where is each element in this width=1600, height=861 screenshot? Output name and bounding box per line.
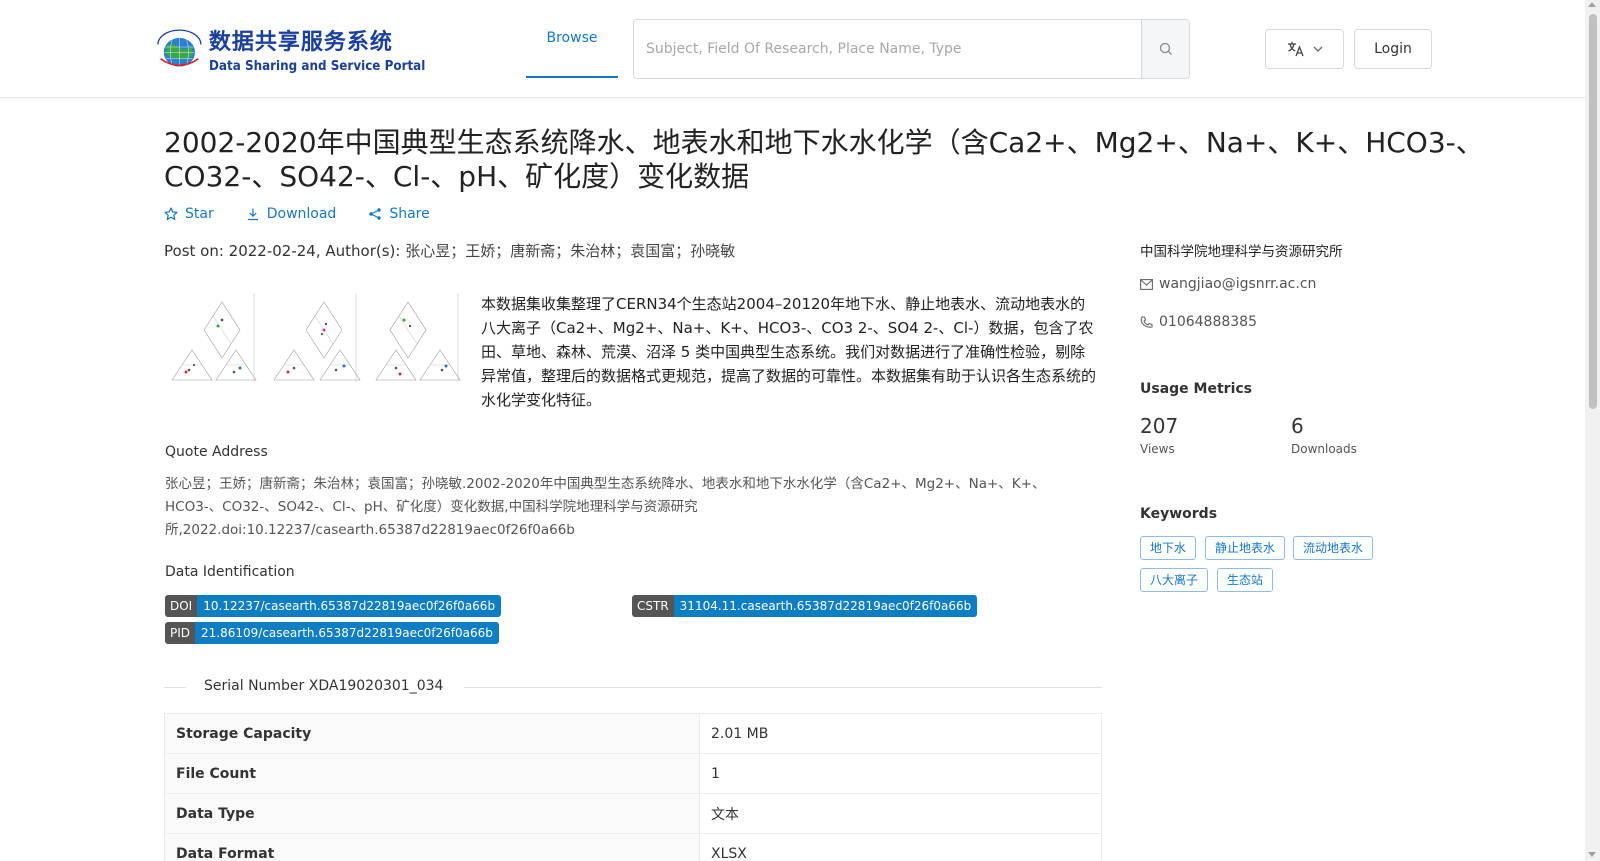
scroll-down-icon[interactable] <box>1588 852 1596 857</box>
property-value: 2.01 MB <box>699 713 1102 754</box>
serial-number-divider: Serial Number XDA19020301_034 <box>164 676 1102 698</box>
post-date-label: Post on: 2022-02-24, Author(s): <box>164 242 401 260</box>
mail-icon <box>1140 278 1153 290</box>
downloads-label: Downloads <box>1291 442 1357 456</box>
keyword-tag[interactable]: 流动地表水 <box>1293 536 1374 560</box>
phone-text: 01064888385 <box>1159 314 1257 330</box>
serial-number: Serial Number XDA19020301_034 <box>204 678 444 694</box>
organization-name[interactable]: 中国科学院地理科学与资源研究所 <box>1140 240 1343 260</box>
star-label: Star <box>185 206 214 222</box>
download-icon <box>247 208 258 221</box>
doi-key: DOI <box>165 595 198 617</box>
usage-metrics-title: Usage Metrics <box>1140 381 1252 397</box>
table-row: Data Format XLSX <box>164 833 1102 861</box>
search-box <box>633 19 1190 79</box>
keyword-tag[interactable]: 八大离子 <box>1140 568 1209 592</box>
quote-address-label: Quote Address <box>165 444 268 460</box>
contact-email[interactable]: wangjiao@igsnrr.ac.cn <box>1140 276 1316 292</box>
downloads-count: 6 <box>1291 414 1304 438</box>
language-switch-button[interactable] <box>1265 29 1344 69</box>
logo-title-cn: 数据共享服务系统 <box>208 30 393 55</box>
search-button[interactable] <box>1141 20 1189 78</box>
login-button[interactable]: Login <box>1354 29 1432 69</box>
views-count: 207 <box>1140 414 1179 438</box>
keywords-title: Keywords <box>1140 506 1218 522</box>
search-icon <box>1159 42 1172 55</box>
star-button[interactable]: Star <box>164 206 214 222</box>
doi-badge[interactable]: DOI 10.12237/casearth.65387d22819aec0f26… <box>165 595 502 617</box>
dataset-abstract: 本数据集收集整理了CERN34个生态站2004–20120年地下水、静止地表水、… <box>481 295 1097 409</box>
contact-phone: 01064888385 <box>1140 314 1257 330</box>
pid-key: PID <box>165 622 196 644</box>
phone-icon <box>1140 315 1153 328</box>
translate-icon <box>1287 42 1304 57</box>
email-text[interactable]: wangjiao@igsnrr.ac.cn <box>1159 276 1316 292</box>
post-info: Post on: 2022-02-24, Author(s): 张心昱；王娇；唐… <box>164 240 735 261</box>
property-label: Data Format <box>164 833 700 861</box>
site-logo[interactable]: 数据共享服务系统 Data Sharing and Service Portal <box>154 18 444 80</box>
pid-value[interactable]: 21.86109/casearth.65387d22819aec0f26f0a6… <box>195 622 499 644</box>
dataset-thumbnail-image[interactable] <box>164 290 464 386</box>
table-row: Data Type 文本 <box>164 793 1102 834</box>
views-label: Views <box>1140 442 1175 456</box>
property-label: Data Type <box>164 793 700 834</box>
share-icon <box>369 208 382 220</box>
site-header: 数据共享服务系统 Data Sharing and Service Portal… <box>0 0 1585 98</box>
share-label: Share <box>389 206 430 222</box>
cstr-value[interactable]: 31104.11.casearth.65387d22819aec0f26f0a6… <box>673 595 978 617</box>
scrollbar-thumb[interactable] <box>1589 14 1597 409</box>
property-label: File Count <box>164 753 700 794</box>
property-value: 1 <box>699 753 1102 794</box>
chevron-down-icon <box>1313 46 1322 52</box>
pid-badge[interactable]: PID 21.86109/casearth.65387d22819aec0f26… <box>165 622 499 644</box>
scroll-up-icon[interactable] <box>1588 2 1596 7</box>
doi-value[interactable]: 10.12237/casearth.65387d22819aec0f26f0a6… <box>197 595 502 617</box>
property-value: XLSX <box>699 833 1102 861</box>
divider-line <box>464 687 1102 688</box>
cstr-badge[interactable]: CSTR 31104.11.casearth.65387d22819aec0f2… <box>632 595 978 617</box>
table-row: Storage Capacity 2.01 MB <box>164 713 1102 754</box>
logo-title-en: Data Sharing and Service Portal <box>208 59 426 74</box>
divider-line <box>164 687 186 688</box>
property-value: 文本 <box>699 793 1102 834</box>
property-label: Storage Capacity <box>164 713 700 754</box>
dataset-actions: Star Download Share <box>164 206 430 222</box>
star-icon <box>164 207 178 221</box>
dataset-title: 2002-2020年中国典型生态系统降水、地表水和地下水水化学（含Ca2+、Mg… <box>164 126 1484 193</box>
keyword-tag[interactable]: 静止地表水 <box>1205 536 1286 560</box>
table-row: File Count 1 <box>164 753 1102 794</box>
nav-browse[interactable]: Browse <box>526 0 618 78</box>
data-identification-label: Data Identification <box>165 564 295 580</box>
quote-address-text: 张心昱；王娇；唐新斋；朱治林；袁国富；孙晓敏.2002-2020年中国典型生态系… <box>165 476 1046 538</box>
cstr-key: CSTR <box>632 595 674 617</box>
keyword-tag[interactable]: 生态站 <box>1217 568 1274 592</box>
share-button[interactable]: Share <box>368 206 430 222</box>
globe-logo-icon <box>157 29 202 67</box>
download-label: Download <box>266 206 337 222</box>
keyword-tag[interactable]: 地下水 <box>1140 536 1197 560</box>
dataset-properties-table: Storage Capacity 2.01 MB File Count 1 Da… <box>164 713 1102 861</box>
page-scrollbar[interactable] <box>1585 0 1600 861</box>
authors-list: 张心昱；王娇；唐新斋；朱治林；袁国富；孙晓敏 <box>405 242 736 260</box>
download-button[interactable]: Download <box>246 206 337 222</box>
search-input[interactable] <box>634 20 1141 78</box>
